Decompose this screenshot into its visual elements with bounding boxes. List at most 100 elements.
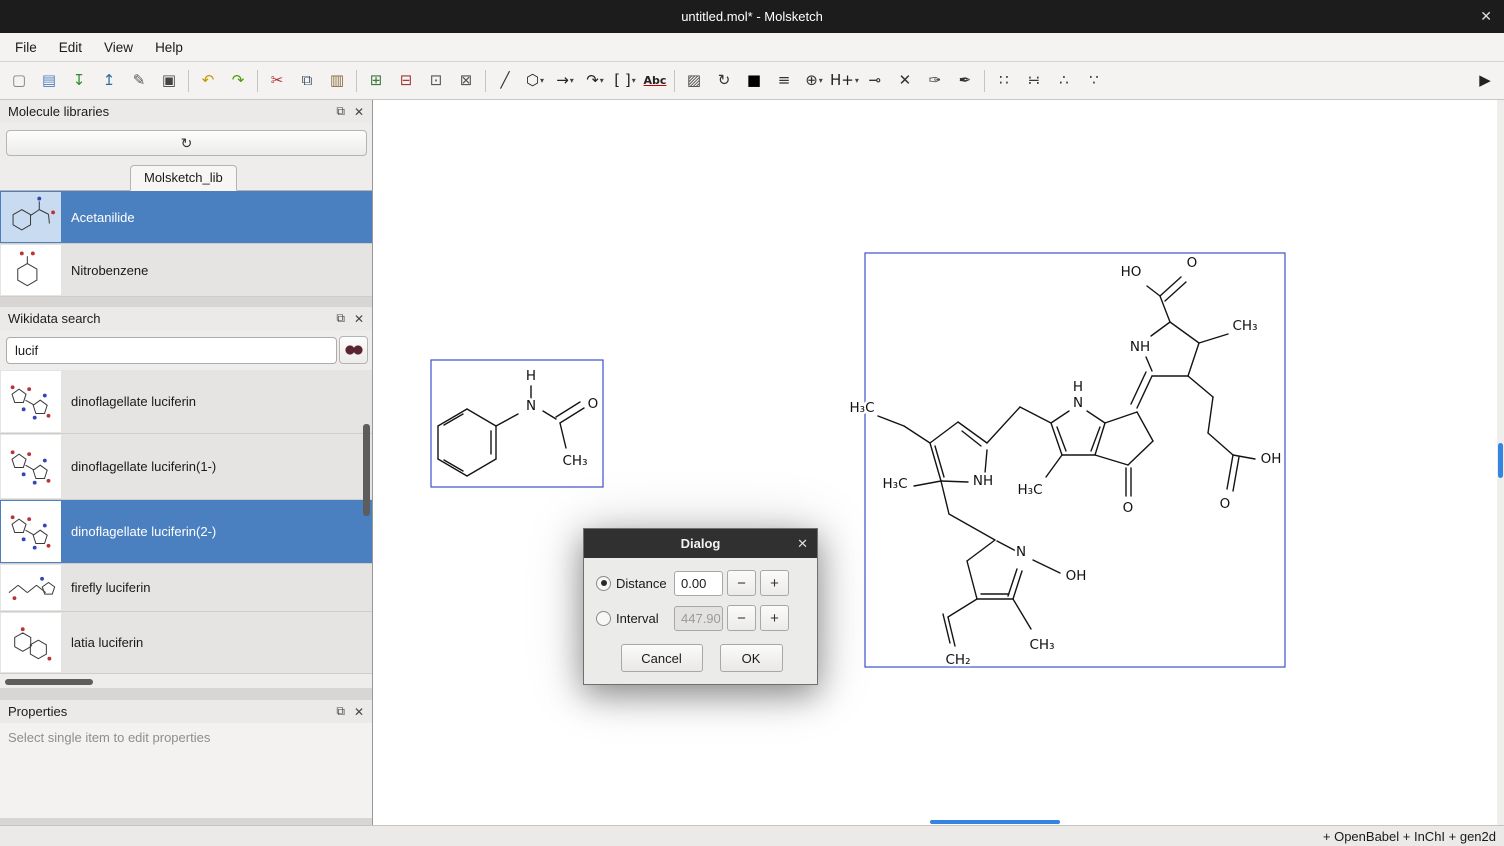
delete-tool[interactable]: ✕ — [891, 67, 919, 95]
mechanism-arrow-tool[interactable]: ↷▾ — [581, 67, 609, 95]
float-panel-icon[interactable]: ⧉ — [336, 311, 345, 326]
wikidata-result-item[interactable]: dinoflagellate luciferin(1-) — [0, 434, 372, 500]
bond[interactable] — [1208, 433, 1233, 455]
paste-button[interactable]: ▥ — [323, 67, 351, 95]
atom-label[interactable]: NH — [1130, 339, 1150, 355]
horizontal-scroll-thumb[interactable] — [930, 820, 1060, 824]
bond[interactable] — [985, 450, 987, 473]
bond[interactable] — [1013, 599, 1031, 629]
cancel-button[interactable]: Cancel — [621, 644, 703, 672]
bond[interactable] — [1199, 334, 1228, 343]
bond[interactable] — [878, 416, 904, 426]
new-file-button[interactable]: ▢ — [5, 67, 33, 95]
bond[interactable] — [1087, 411, 1105, 423]
toolbar-expand-button[interactable]: ▶ — [1471, 67, 1499, 95]
bond[interactable] — [997, 541, 1016, 551]
save-as-button[interactable]: ▣ — [155, 67, 183, 95]
atom-label[interactable]: HO — [1121, 264, 1142, 280]
radio-interval[interactable] — [596, 611, 611, 626]
atom-label[interactable]: H₃C — [850, 400, 875, 416]
bond[interactable] — [1105, 412, 1137, 423]
bond[interactable] — [1046, 455, 1062, 477]
electron-pair-tool[interactable]: ∷ — [990, 67, 1018, 95]
bond[interactable] — [1188, 343, 1199, 376]
library-item-nitrobenzene[interactable]: Nitrobenzene — [0, 244, 372, 297]
reaction-arrow-tool-dropdown[interactable]: ▾ — [570, 76, 574, 85]
library-item-acetanilide[interactable]: Acetanilide — [0, 191, 372, 244]
bond[interactable] — [967, 540, 995, 561]
atom-label[interactable]: O — [1123, 500, 1134, 516]
atom-label[interactable]: N — [1073, 395, 1083, 411]
copy-button[interactable]: ⧉ — [293, 67, 321, 95]
hatch-tool[interactable]: ▨ — [680, 67, 708, 95]
vertical-scroll-thumb[interactable] — [1498, 443, 1503, 478]
bond[interactable] — [1131, 372, 1146, 404]
bond[interactable] — [962, 431, 981, 446]
float-panel-icon[interactable]: ⧉ — [336, 104, 345, 119]
atom-label[interactable]: CH₃ — [1233, 318, 1258, 334]
bond[interactable] — [1160, 277, 1181, 296]
bond[interactable] — [1051, 411, 1069, 423]
export-file-button[interactable]: ↥ — [95, 67, 123, 95]
bond[interactable] — [1051, 423, 1062, 455]
bond[interactable] — [496, 414, 518, 426]
radio-distance[interactable] — [596, 576, 611, 591]
distance-increment-button[interactable]: + — [760, 570, 789, 596]
bond[interactable] — [904, 426, 930, 443]
bond[interactable] — [1151, 322, 1170, 336]
dialog-close-button[interactable]: ✕ — [797, 536, 808, 552]
bond[interactable] — [467, 409, 496, 426]
bracket-tool-dropdown[interactable]: ▾ — [632, 76, 636, 85]
interval-decrement-button[interactable]: − — [727, 605, 756, 631]
atom-label[interactable]: N — [1016, 544, 1026, 560]
atom-label[interactable]: NH — [973, 473, 993, 489]
atom-label[interactable]: O — [1187, 255, 1198, 271]
wikidata-result-item[interactable]: latia luciferin — [0, 612, 372, 674]
close-panel-icon[interactable]: ✕ — [354, 312, 364, 326]
bond[interactable] — [1033, 560, 1060, 573]
zoom-out-button[interactable]: ⊟ — [392, 67, 420, 95]
bond[interactable] — [1020, 407, 1051, 423]
cut-button[interactable]: ✂ — [263, 67, 291, 95]
hydrogen-tool-dropdown[interactable]: ▾ — [855, 76, 859, 85]
orbital-tool[interactable]: ∵ — [1080, 67, 1108, 95]
atom-label[interactable]: H₃C — [883, 476, 908, 492]
atom-label[interactable]: OH — [1066, 568, 1087, 584]
bond[interactable] — [1137, 376, 1152, 408]
molecule-selection-box[interactable] — [865, 253, 1285, 667]
bond[interactable] — [1227, 455, 1233, 489]
float-panel-icon[interactable]: ⧉ — [336, 704, 345, 719]
bond[interactable] — [1137, 412, 1153, 441]
bracket-tool[interactable]: [ ]▾ — [611, 67, 639, 95]
wikidata-vertical-scrollbar[interactable] — [363, 424, 370, 516]
zoom-fit-button[interactable]: ⊠ — [452, 67, 480, 95]
bond[interactable] — [543, 411, 556, 419]
atom-label[interactable]: H₃C — [1018, 482, 1043, 498]
line-width-button[interactable]: ≡ — [770, 67, 798, 95]
bond[interactable] — [560, 423, 566, 448]
bond[interactable] — [941, 481, 968, 482]
charge-tool-dropdown[interactable]: ▾ — [819, 76, 823, 85]
redo-button[interactable]: ↷ — [224, 67, 252, 95]
stereo-up-tool[interactable]: ✑ — [921, 67, 949, 95]
wikidata-result-item[interactable]: firefly luciferin — [0, 564, 372, 612]
bond[interactable] — [1233, 455, 1255, 459]
bond[interactable] — [1188, 376, 1213, 397]
zoom-in-button[interactable]: ⊞ — [362, 67, 390, 95]
bond[interactable] — [1091, 427, 1100, 451]
lone-pair-tool[interactable]: ∴ — [1050, 67, 1078, 95]
atom-label[interactable]: O — [1220, 496, 1231, 512]
bond[interactable] — [987, 407, 1020, 443]
wikidata-result-item[interactable]: dinoflagellate luciferin(2-) — [0, 500, 372, 564]
atom-label[interactable]: OH — [1261, 451, 1282, 467]
menu-edit[interactable]: Edit — [48, 33, 93, 61]
bond[interactable] — [949, 514, 995, 540]
bond[interactable] — [1095, 455, 1128, 465]
bond[interactable] — [438, 409, 467, 426]
color-swatch-button[interactable]: ■ — [740, 67, 768, 95]
bond[interactable] — [560, 408, 584, 423]
distance-decrement-button[interactable]: − — [727, 570, 756, 596]
bond[interactable] — [1165, 282, 1186, 301]
atom-label[interactable]: H — [526, 368, 536, 384]
save-file-button[interactable]: ↧ — [65, 67, 93, 95]
